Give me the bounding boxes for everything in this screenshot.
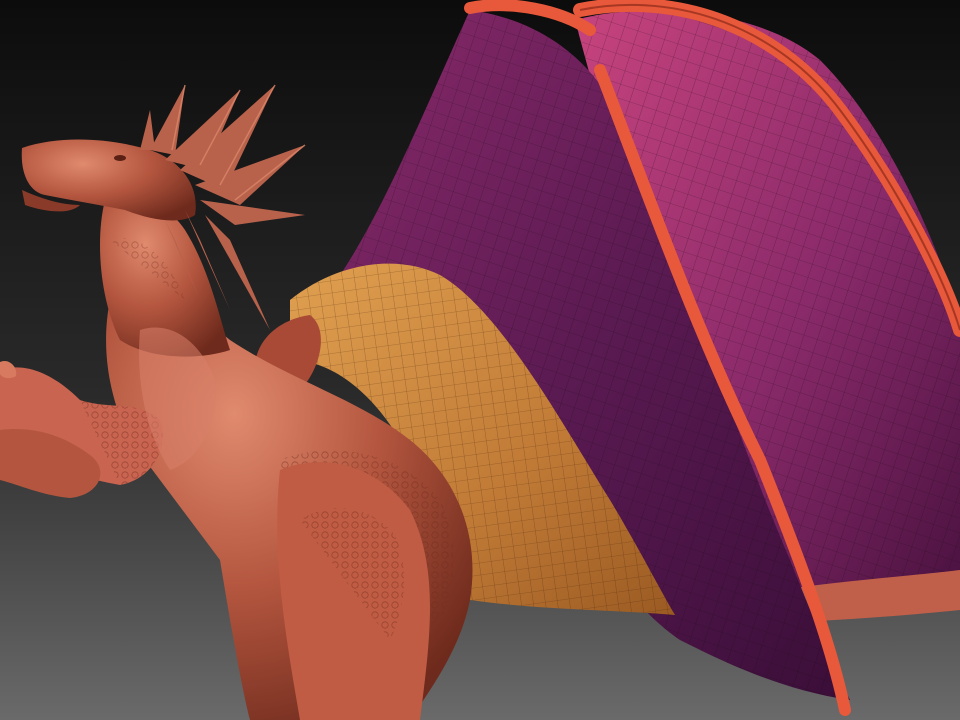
dragon-render <box>0 0 960 720</box>
dragon-eye <box>114 155 126 161</box>
sculpt-viewport <box>0 0 960 720</box>
